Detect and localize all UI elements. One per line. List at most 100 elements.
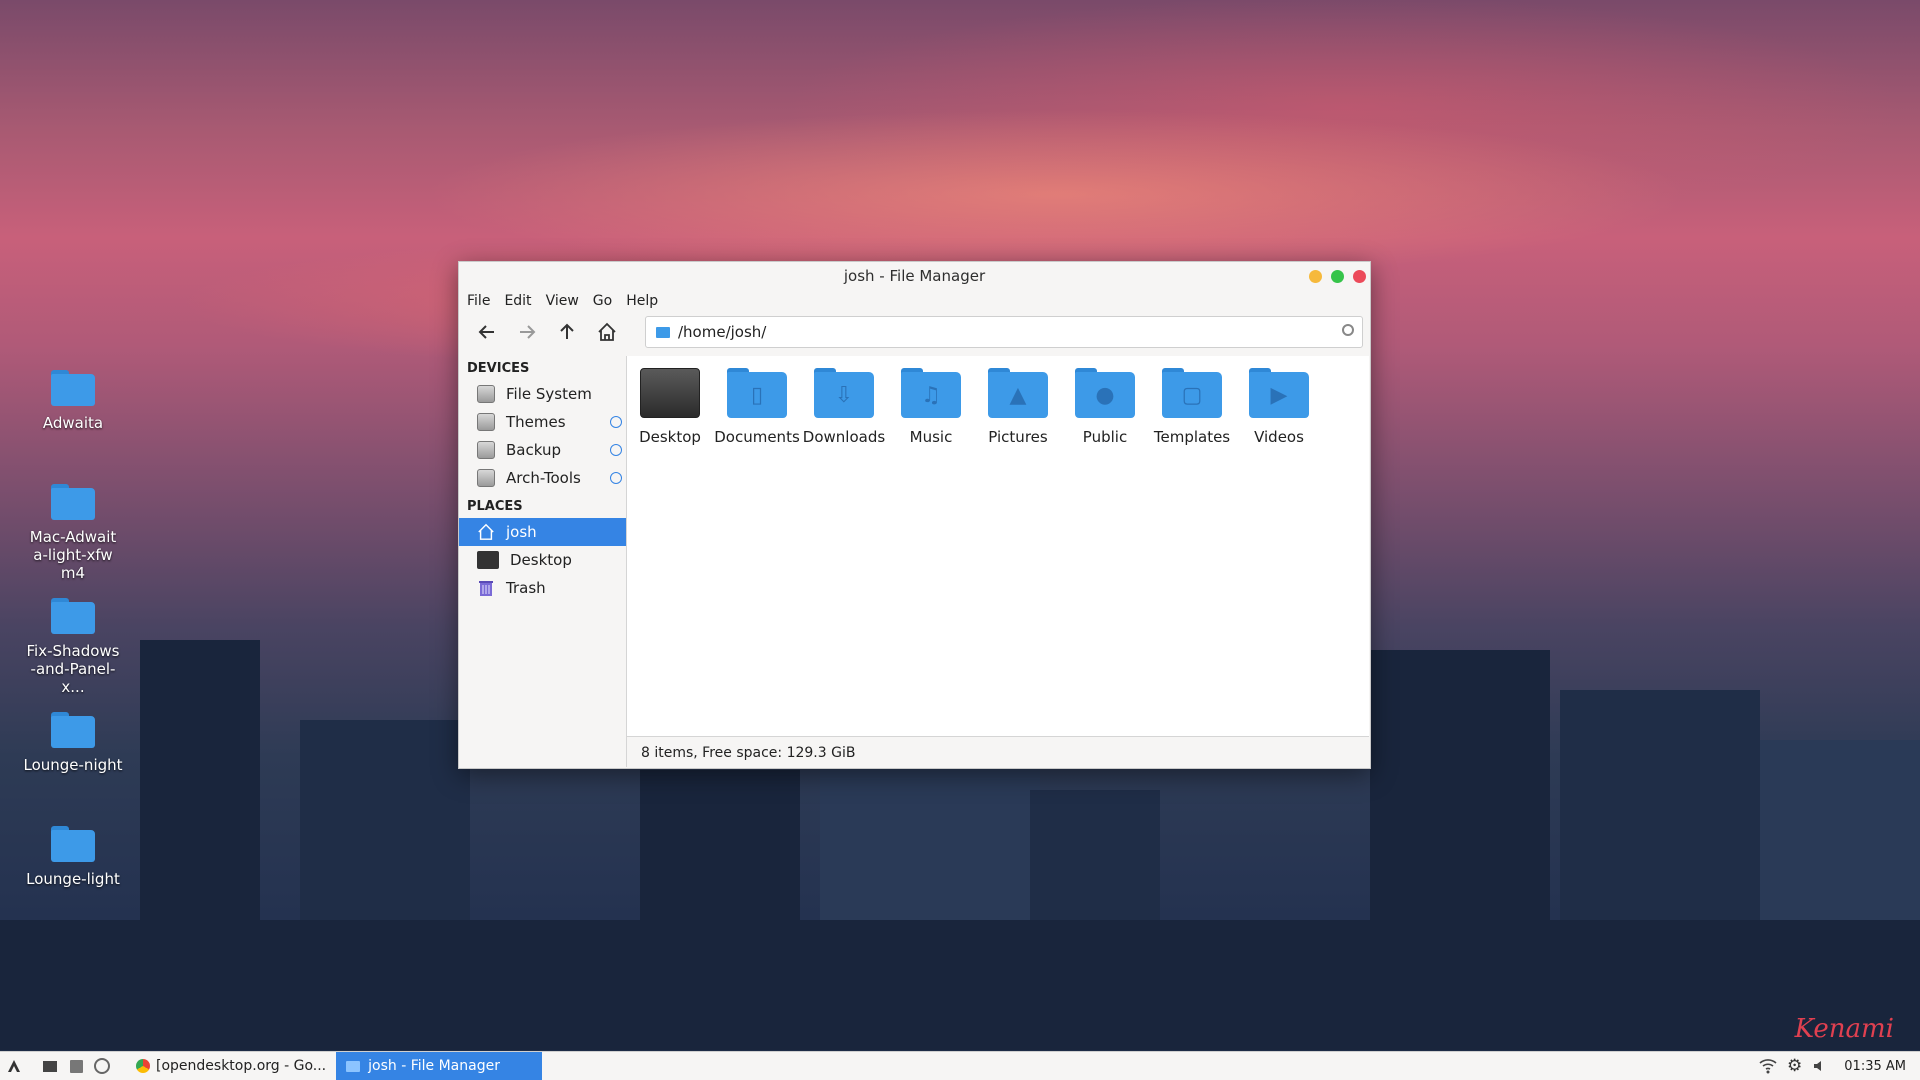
sidebar-item-trash[interactable]: Trash bbox=[459, 574, 626, 602]
desktop-icon bbox=[43, 1060, 57, 1072]
task-label: josh - File Manager bbox=[368, 1058, 500, 1074]
eject-icon[interactable] bbox=[610, 444, 622, 456]
menu-go[interactable]: Go bbox=[593, 290, 620, 312]
task-file-manager[interactable]: josh - File Manager bbox=[336, 1052, 543, 1080]
sidebar-item-backup[interactable]: Backup bbox=[459, 436, 626, 464]
sidebar-item-label: File System bbox=[506, 385, 592, 403]
sidebar-item-themes[interactable]: Themes bbox=[459, 408, 626, 436]
toolbar: /home/josh/ bbox=[459, 312, 1370, 352]
file-item-public[interactable]: ● Public bbox=[1062, 368, 1148, 446]
eject-icon[interactable] bbox=[610, 472, 622, 484]
templates-folder-icon: ▢ bbox=[1162, 368, 1222, 418]
eject-icon[interactable] bbox=[610, 416, 622, 428]
desktop-icon-item[interactable]: Fix-Shadows-and-Panel-x... bbox=[20, 598, 126, 696]
downloads-folder-icon: ⇩ bbox=[814, 368, 874, 418]
desktop-icon-label: Lounge-night bbox=[23, 756, 123, 774]
drive-icon bbox=[477, 441, 495, 459]
show-desktop-button[interactable] bbox=[38, 1054, 62, 1078]
menu-help[interactable]: Help bbox=[626, 290, 666, 312]
file-item-music[interactable]: ♫ Music bbox=[888, 368, 974, 446]
wifi-icon[interactable] bbox=[1759, 1058, 1777, 1074]
file-item-label: Music bbox=[909, 428, 953, 446]
status-bar: 8 items, Free space: 129.3 GiB bbox=[627, 736, 1369, 768]
drive-icon bbox=[477, 413, 495, 431]
desktop-icon bbox=[477, 551, 499, 569]
sidebar-item-label: Themes bbox=[506, 413, 566, 431]
minimize-button[interactable] bbox=[1309, 270, 1322, 283]
desktop-icon-item[interactable]: Adwaita bbox=[20, 370, 126, 432]
menu-view[interactable]: View bbox=[546, 290, 587, 312]
arrow-right-icon bbox=[520, 325, 536, 339]
launcher-files[interactable] bbox=[64, 1054, 88, 1078]
desktop-icon-item[interactable]: Lounge-night bbox=[20, 712, 126, 774]
menu-file[interactable]: File bbox=[467, 290, 498, 312]
folder-icon bbox=[346, 1060, 361, 1072]
city-silhouette bbox=[0, 920, 1920, 1050]
desktop-icon-label: Adwaita bbox=[42, 414, 104, 432]
settings-gear-icon[interactable]: ⚙ bbox=[1787, 1056, 1802, 1076]
arrow-up-icon bbox=[560, 323, 574, 339]
location-bar[interactable]: /home/josh/ bbox=[645, 316, 1363, 348]
task-label: [opendesktop.org - Go... bbox=[156, 1058, 327, 1074]
drive-icon bbox=[477, 385, 495, 403]
sidebar-item-josh[interactable]: josh bbox=[459, 518, 626, 546]
title-bar[interactable]: josh - File Manager bbox=[459, 262, 1370, 290]
refresh-icon[interactable] bbox=[1342, 324, 1354, 336]
sidebar-item-arch-tools[interactable]: Arch-Tools bbox=[459, 464, 626, 492]
taskbar: [opendesktop.org - Go... josh - File Man… bbox=[0, 1051, 1920, 1080]
folder-icon bbox=[51, 484, 95, 520]
sidebar-item-label: Arch-Tools bbox=[506, 469, 581, 487]
chrome-icon bbox=[136, 1059, 150, 1073]
back-button[interactable] bbox=[467, 315, 507, 349]
sidebar-item-file-system[interactable]: File System bbox=[459, 380, 626, 408]
file-item-label: Templates bbox=[1153, 428, 1231, 446]
sidebar-item-desktop[interactable]: Desktop bbox=[459, 546, 626, 574]
globe-icon bbox=[94, 1058, 110, 1074]
app-menu-button[interactable] bbox=[2, 1054, 26, 1078]
drive-icon bbox=[477, 469, 495, 487]
volume-icon[interactable] bbox=[1812, 1059, 1826, 1073]
file-item-desktop[interactable]: Desktop bbox=[627, 368, 713, 446]
folder-icon bbox=[51, 370, 95, 406]
task-browser[interactable]: [opendesktop.org - Go... bbox=[126, 1052, 336, 1080]
clock[interactable]: 01:35 AM bbox=[1844, 1059, 1906, 1074]
launcher-browser[interactable] bbox=[90, 1054, 114, 1078]
sidebar-section-places: PLACES bbox=[467, 499, 523, 514]
documents-folder-icon: ▯ bbox=[727, 368, 787, 418]
videos-folder-icon: ▶ bbox=[1249, 368, 1309, 418]
desktop-folder-icon bbox=[640, 368, 700, 418]
home-button[interactable] bbox=[587, 315, 627, 349]
trash-icon bbox=[479, 581, 493, 596]
close-button[interactable] bbox=[1353, 270, 1366, 283]
file-item-label: Public bbox=[1082, 428, 1128, 446]
location-path: /home/josh/ bbox=[678, 323, 767, 341]
window-title: josh - File Manager bbox=[843, 267, 986, 285]
file-item-documents[interactable]: ▯ Documents bbox=[714, 368, 800, 446]
arrow-left-icon bbox=[478, 325, 494, 339]
maximize-button[interactable] bbox=[1331, 270, 1344, 283]
file-item-pictures[interactable]: ▲ Pictures bbox=[975, 368, 1061, 446]
desktop-icon-label: Lounge-light bbox=[26, 870, 120, 888]
system-tray: ⚙ 01:35 AM bbox=[1759, 1052, 1920, 1080]
pictures-folder-icon: ▲ bbox=[988, 368, 1048, 418]
up-button[interactable] bbox=[547, 315, 587, 349]
wallpaper-signature: Kenami bbox=[1794, 1014, 1894, 1044]
desktop-icon-item[interactable]: Mac-Adwaita-light-xfwm4 bbox=[20, 484, 126, 582]
music-folder-icon: ♫ bbox=[901, 368, 961, 418]
menu-bar: File Edit View Go Help bbox=[459, 290, 1370, 312]
file-manager-window: josh - File Manager File Edit View Go He… bbox=[458, 261, 1371, 769]
file-view[interactable]: Desktop ▯ Documents ⇩ Downloads ♫ Music … bbox=[627, 356, 1369, 736]
menu-edit[interactable]: Edit bbox=[504, 290, 539, 312]
file-item-videos[interactable]: ▶ Videos bbox=[1236, 368, 1322, 446]
file-item-label: Videos bbox=[1254, 428, 1304, 446]
home-icon bbox=[478, 523, 494, 540]
file-item-label: Downloads bbox=[802, 428, 886, 446]
file-item-templates[interactable]: ▢ Templates bbox=[1149, 368, 1235, 446]
desktop-icon-item[interactable]: Lounge-light bbox=[20, 826, 126, 888]
file-item-downloads[interactable]: ⇩ Downloads bbox=[801, 368, 887, 446]
sidebar-item-label: Backup bbox=[506, 441, 561, 459]
forward-button[interactable] bbox=[507, 315, 547, 349]
arch-logo-icon bbox=[8, 1060, 20, 1072]
file-item-label: Desktop bbox=[639, 428, 701, 446]
folder-icon bbox=[51, 712, 95, 748]
